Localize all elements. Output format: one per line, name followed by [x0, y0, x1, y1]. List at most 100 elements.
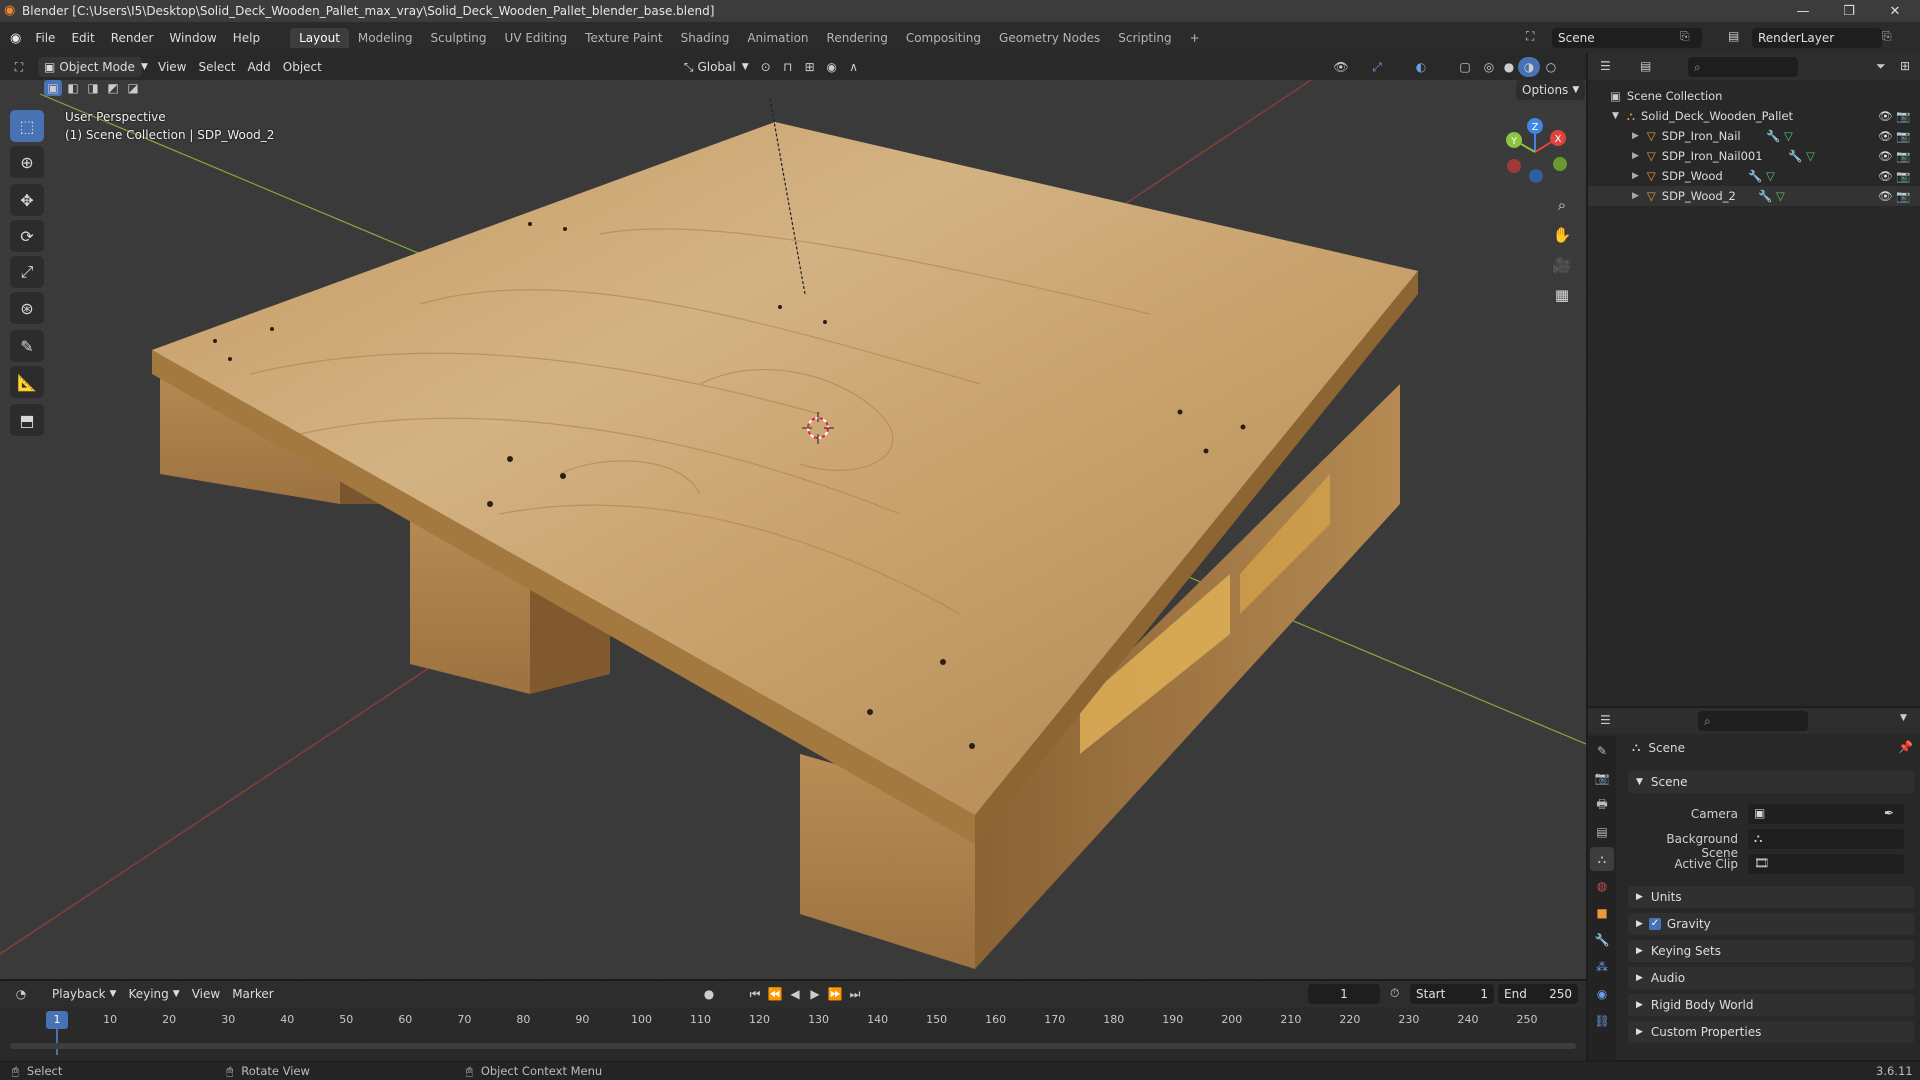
select-new-icon[interactable]: ▣	[44, 80, 62, 96]
select-invert-icon[interactable]: ◩	[104, 80, 122, 96]
timeline-editor-icon[interactable]: ◔	[10, 984, 32, 1004]
panel-scene-header[interactable]: ▼ Scene	[1628, 771, 1914, 793]
tab-compositing[interactable]: Compositing	[897, 28, 990, 48]
menu-marker[interactable]: Marker	[226, 984, 279, 1004]
jump-end-icon[interactable]: ⏭	[844, 984, 866, 1004]
camera-render-icon[interactable]: 📷	[1896, 149, 1910, 163]
eyedropper-icon[interactable]: ✒	[1884, 806, 1894, 820]
timeline-ruler[interactable]: 10 20 30 40 50 60 70 80 90 100 110 120 130 140 150 160 1…	[0, 1011, 1586, 1055]
scale-tool-icon[interactable]: ⤢	[10, 256, 44, 288]
gravity-checkbox[interactable]: ✓	[1648, 918, 1661, 930]
output-tab-icon[interactable]: 🖶	[1590, 793, 1614, 817]
collapse-arrow-icon[interactable]: ▶	[1632, 131, 1639, 141]
outliner-scene-collection[interactable]: ▣ Scene Collection	[1588, 86, 1920, 106]
end-frame-field[interactable]: End 250	[1498, 984, 1578, 1004]
expand-arrow-icon[interactable]: ▼	[1612, 111, 1619, 121]
camera-render-icon[interactable]: 📷	[1896, 109, 1910, 123]
eye-icon[interactable]: 👁	[1878, 109, 1893, 123]
visibility-icon[interactable]: 👁	[1330, 57, 1352, 77]
material-shading-icon[interactable]: ◑	[1518, 57, 1540, 77]
menu-file[interactable]: File	[27, 31, 63, 45]
modifier-tab-icon[interactable]: 🔧	[1590, 928, 1614, 952]
constraints-tab-icon[interactable]: ⛓	[1590, 1009, 1614, 1033]
outliner-object-row[interactable]: ▶ ▽ SDP_Iron_Nail001 🔧 ▽ 👁 📷	[1588, 146, 1920, 166]
editor-type-icon[interactable]: ⛶	[8, 57, 30, 77]
scene-selector-icon[interactable]: ⛶	[1526, 29, 1534, 44]
play-reverse-icon[interactable]: ◀	[784, 984, 806, 1004]
new-collection-icon[interactable]: ⊞	[1900, 59, 1910, 73]
modifier-wrench-icon[interactable]: 🔧	[1766, 129, 1780, 143]
camera-field[interactable]: ▣ ✒	[1748, 804, 1904, 824]
modifier-wrench-icon[interactable]: 🔧	[1758, 189, 1772, 203]
rendered-shading-icon[interactable]: ○	[1540, 57, 1562, 77]
menu-view[interactable]: View	[152, 57, 192, 77]
outliner-object-row-active[interactable]: ▶ ▽ SDP_Wood_2 🔧 ▽ 👁 📷	[1588, 186, 1920, 206]
outliner-object-row[interactable]: ▶ ▽ SDP_Wood 🔧 ▽ 👁 📷	[1588, 166, 1920, 186]
mesh-data-icon[interactable]: ▽	[1766, 169, 1775, 183]
menu-help[interactable]: Help	[225, 31, 268, 45]
gizmo-toggle-icon[interactable]: ⤢	[1366, 57, 1388, 77]
mode-selector[interactable]: ▣ Object Mode ▼	[38, 57, 148, 77]
pan-hand-icon[interactable]: ✋	[1548, 221, 1576, 249]
mesh-data-icon[interactable]: ▽	[1776, 189, 1785, 203]
view-layer-tab-icon[interactable]: ▤	[1590, 820, 1614, 844]
tab-texture-paint[interactable]: Texture Paint	[576, 28, 671, 48]
menu-select[interactable]: Select	[192, 57, 241, 77]
tab-layout[interactable]: Layout	[290, 28, 349, 48]
jump-keyframe-forward-icon[interactable]: ⏩	[824, 984, 846, 1004]
active-clip-field[interactable]: 🎞	[1748, 854, 1904, 874]
camera-view-icon[interactable]: 🎥	[1548, 251, 1576, 279]
record-icon[interactable]: ●	[698, 984, 720, 1004]
add-workspace-icon[interactable]: +	[1181, 28, 1209, 48]
physics-tab-icon[interactable]: ◉	[1590, 982, 1614, 1006]
stopwatch-icon[interactable]: ⏱	[1390, 986, 1399, 1001]
snap-target-icon[interactable]: ⊞	[799, 57, 821, 77]
cursor-tool-icon[interactable]: ⊕	[10, 146, 44, 178]
menu-window[interactable]: Window	[161, 31, 224, 45]
proportional-edit-icon[interactable]: ◉	[821, 57, 843, 77]
mesh-data-icon[interactable]: ▽	[1784, 129, 1793, 143]
render-tab-icon[interactable]: 📷	[1590, 766, 1614, 790]
falloff-icon[interactable]: ∧	[843, 57, 865, 77]
play-icon[interactable]: ▶	[804, 984, 826, 1004]
properties-editor-icon[interactable]: ☰	[1600, 713, 1611, 727]
start-frame-field[interactable]: Start 1	[1410, 984, 1494, 1004]
camera-render-icon[interactable]: 📷	[1896, 189, 1910, 203]
tab-modeling[interactable]: Modeling	[349, 28, 422, 48]
camera-render-icon[interactable]: 📷	[1896, 129, 1910, 143]
tab-scripting[interactable]: Scripting	[1109, 28, 1180, 48]
minimize-button[interactable]: —	[1780, 0, 1826, 22]
xray-icon[interactable]: ▢	[1454, 57, 1476, 77]
snap-icon[interactable]: ⊓	[777, 57, 799, 77]
modifier-wrench-icon[interactable]: 🔧	[1748, 169, 1762, 183]
select-box-tool-icon[interactable]: ⬚	[10, 110, 44, 142]
outliner-search[interactable]: ⌕	[1688, 57, 1798, 77]
mesh-data-icon[interactable]: ▽	[1806, 149, 1815, 163]
move-tool-icon[interactable]: ✥	[10, 184, 44, 216]
3d-viewport[interactable]: ⛶ ▣ Object Mode ▼ View Select Add Object…	[0, 54, 1586, 979]
tool-tab-icon[interactable]: ✎	[1590, 739, 1614, 763]
overlay-toggle-icon[interactable]: ◐	[1410, 57, 1432, 77]
menu-add[interactable]: Add	[242, 57, 277, 77]
options-button[interactable]: Options ▼	[1516, 80, 1586, 100]
measure-tool-icon[interactable]: 📐	[10, 366, 44, 398]
world-tab-icon[interactable]: ◍	[1590, 874, 1614, 898]
select-subtract-icon[interactable]: ◨	[84, 80, 102, 96]
menu-render[interactable]: Render	[103, 31, 162, 45]
chevron-down-icon[interactable]: ▼	[1900, 713, 1907, 723]
current-frame-field[interactable]: 1	[1308, 984, 1380, 1004]
collapse-arrow-icon[interactable]: ▶	[1632, 191, 1639, 201]
wireframe-shading-icon[interactable]: ◎	[1478, 57, 1500, 77]
panel-custom-properties[interactable]: ▶ Custom Properties	[1628, 1021, 1914, 1043]
scene-tab-icon[interactable]: ⛬	[1590, 847, 1614, 871]
transform-tool-icon[interactable]: ⊛	[10, 292, 44, 324]
rotate-tool-icon[interactable]: ⟳	[10, 220, 44, 252]
select-intersect-icon[interactable]: ◪	[124, 80, 142, 96]
tab-shading[interactable]: Shading	[672, 28, 739, 48]
outliner-collection-row[interactable]: ▼ ⛬ Solid_Deck_Wooden_Pallet 👁 📷	[1588, 106, 1920, 126]
eye-icon[interactable]: 👁	[1878, 129, 1893, 143]
pin-icon[interactable]: 📌	[1898, 740, 1913, 754]
eye-icon[interactable]: 👁	[1878, 189, 1893, 203]
view-layer-icon[interactable]: ▤	[1728, 29, 1739, 43]
pivot-icon[interactable]: ⊙	[755, 57, 777, 77]
